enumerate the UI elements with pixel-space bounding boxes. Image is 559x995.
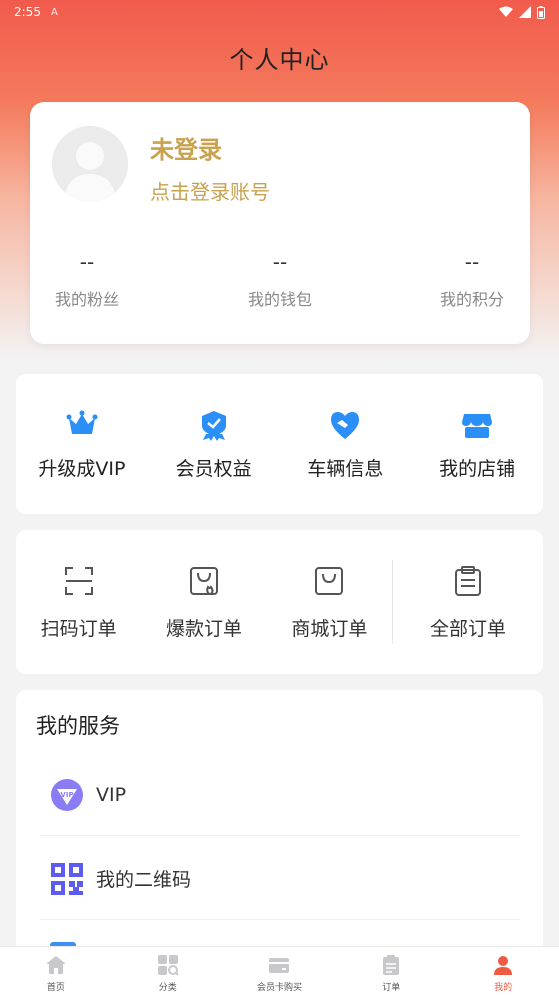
quick-my-store[interactable]: 我的店铺 xyxy=(411,374,543,514)
stat-value: -- xyxy=(79,250,95,274)
vip-icon: VIP xyxy=(51,778,83,811)
order-hot[interactable]: 爆款订单 xyxy=(141,530,266,674)
quick-vehicle-info[interactable]: 车辆信息 xyxy=(280,374,412,514)
order-label: 扫码订单 xyxy=(40,618,117,640)
services-title: 我的服务 xyxy=(36,714,120,738)
stat-wallet[interactable]: -- 我的钱包 xyxy=(220,250,340,310)
stat-value: -- xyxy=(272,250,288,274)
tab-orders[interactable]: 订单 xyxy=(335,947,447,995)
tab-card-purchase[interactable]: 会员卡购买 xyxy=(224,947,336,995)
bottom-tab-bar: 首页 分类 会员卡购买 订单 我的 xyxy=(0,946,559,995)
scan-icon xyxy=(64,567,93,595)
quick-actions-card: 升级成VIP 会员权益 车辆信息 我的店铺 xyxy=(16,374,543,514)
order-label: 全部订单 xyxy=(429,618,506,640)
service-vip[interactable]: VIP VIP xyxy=(40,754,520,836)
handshake-icon xyxy=(331,412,360,439)
category-icon xyxy=(157,955,179,976)
default-avatar-icon xyxy=(52,126,128,202)
quick-label: 升级成VIP xyxy=(38,458,126,480)
orders-card: 扫码订单 爆款订单 商城订单 全部订单 xyxy=(16,530,543,674)
stat-label: 我的粉丝 xyxy=(54,290,119,309)
bag-icon xyxy=(315,567,344,595)
quick-label: 我的店铺 xyxy=(439,458,516,480)
order-mall[interactable]: 商城订单 xyxy=(267,530,392,674)
qrcode-icon xyxy=(51,862,83,895)
login-link[interactable]: 点击登录账号 xyxy=(150,176,270,205)
tab-label: 会员卡购买 xyxy=(256,983,302,993)
quick-label: 车辆信息 xyxy=(307,458,384,480)
page-title: 个人中心 xyxy=(229,46,330,74)
signal-icon xyxy=(519,6,531,18)
sim-icon: A xyxy=(50,6,58,18)
card-icon xyxy=(269,958,290,973)
tab-mine[interactable]: 我的 xyxy=(447,947,559,995)
status-bar: 2:55 A xyxy=(0,0,559,24)
tab-label: 分类 xyxy=(158,983,177,993)
quick-member-benefits[interactable]: 会员权益 xyxy=(148,374,280,514)
order-scan[interactable]: 扫码订单 xyxy=(16,530,141,674)
wifi-icon xyxy=(499,6,513,17)
stat-fans[interactable]: -- 我的粉丝 xyxy=(27,250,147,310)
profile-card[interactable]: 未登录 点击登录账号 -- 我的粉丝 -- 我的钱包 -- 我的积分 xyxy=(30,102,530,344)
service-label: 我的二维码 xyxy=(96,869,192,891)
login-title[interactable]: 未登录 xyxy=(150,130,222,165)
avatar[interactable] xyxy=(52,126,128,202)
tab-label: 我的 xyxy=(494,983,513,993)
user-icon xyxy=(494,956,513,975)
order-all[interactable]: 全部订单 xyxy=(393,530,543,674)
order-icon xyxy=(383,955,400,975)
store-icon xyxy=(462,414,493,438)
svg-text:VIP: VIP xyxy=(60,791,73,799)
tab-home[interactable]: 首页 xyxy=(0,947,112,995)
clipboard-icon xyxy=(455,566,481,596)
tab-category[interactable]: 分类 xyxy=(112,947,224,995)
tab-label: 订单 xyxy=(382,983,401,993)
quick-label: 会员权益 xyxy=(175,458,252,480)
status-time: 2:55 xyxy=(14,5,41,19)
order-label: 商城订单 xyxy=(291,618,368,640)
order-label: 爆款订单 xyxy=(165,618,242,640)
home-icon xyxy=(45,956,66,974)
hot-bag-icon xyxy=(189,567,218,595)
crown-icon xyxy=(66,410,98,434)
medal-icon xyxy=(201,411,226,441)
battery-icon xyxy=(537,5,545,19)
stat-label: 我的钱包 xyxy=(247,290,312,309)
tab-label: 首页 xyxy=(46,983,65,993)
stat-points[interactable]: -- 我的积分 xyxy=(412,250,532,310)
quick-upgrade-vip[interactable]: 升级成VIP xyxy=(16,374,148,514)
service-qrcode[interactable]: 我的二维码 xyxy=(40,838,520,920)
service-label: VIP xyxy=(96,783,127,806)
services-card: 我的服务 VIP VIP 我的二维码 xyxy=(16,690,543,970)
stat-value: -- xyxy=(464,250,480,274)
stat-label: 我的积分 xyxy=(439,290,504,309)
status-icons xyxy=(499,5,545,19)
